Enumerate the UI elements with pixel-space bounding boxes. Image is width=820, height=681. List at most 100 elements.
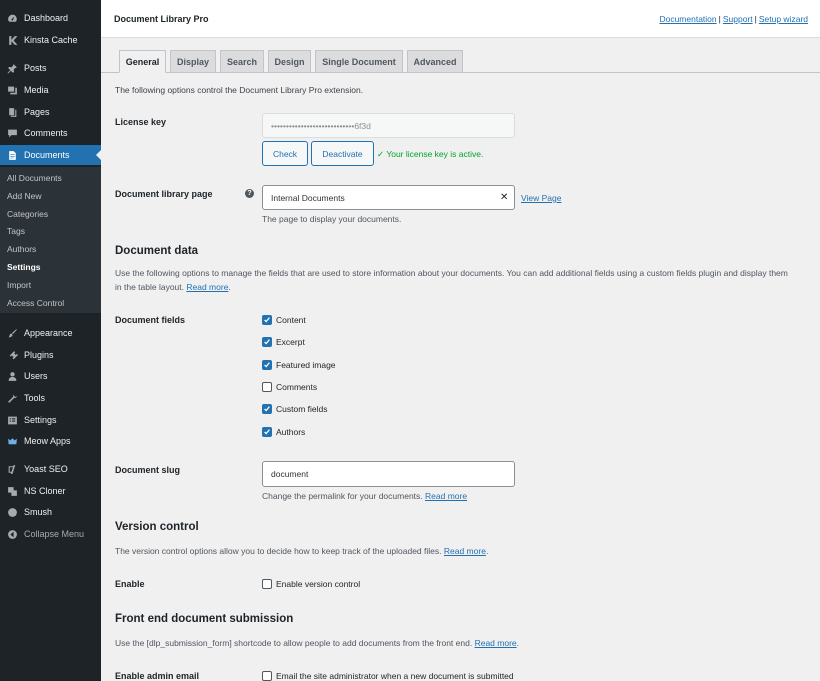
tab-display[interactable]: Display xyxy=(170,50,216,72)
menu-media[interactable]: Media xyxy=(0,80,101,100)
pin-icon xyxy=(6,62,18,74)
support-link[interactable]: Support xyxy=(723,14,753,24)
menu-kinsta-cache[interactable]: Kinsta Cache xyxy=(0,30,101,50)
menu-users[interactable]: Users xyxy=(0,366,101,386)
menu-collapse[interactable]: Collapse Menu xyxy=(0,524,101,544)
license-key-input[interactable]: ••••••••••••••••••••••••••••6f3d xyxy=(262,113,515,138)
settings-icon xyxy=(6,414,18,426)
menu-smush[interactable]: Smush xyxy=(0,502,101,522)
submenu-authors[interactable]: Authors xyxy=(7,244,36,254)
tab-divider xyxy=(101,72,820,73)
document-field-checkbox[interactable] xyxy=(262,337,272,347)
menu-ns-cloner[interactable]: NS Cloner xyxy=(0,481,101,501)
document-slug-input[interactable]: document xyxy=(262,461,515,487)
document-field-label: Content xyxy=(276,315,306,325)
library-page-select[interactable]: Internal Documents xyxy=(262,185,515,210)
document-icon xyxy=(6,149,18,161)
menu-plugins[interactable]: Plugins xyxy=(0,345,101,365)
media-icon xyxy=(6,84,18,96)
document-data-heading: Document data xyxy=(115,245,199,257)
admin-sidebar: Dashboard Kinsta Cache Posts Media Pages… xyxy=(0,0,101,681)
library-page-label: Document library page xyxy=(115,189,213,199)
document-field-checkbox[interactable] xyxy=(262,404,272,414)
menu-pages[interactable]: Pages xyxy=(0,102,101,122)
clear-icon[interactable]: ✕ xyxy=(500,192,508,203)
check-license-button[interactable]: Check xyxy=(262,141,308,166)
header-links: Documentation | Support | Setup wizard xyxy=(659,14,808,24)
menu-posts[interactable]: Posts xyxy=(0,58,101,78)
document-field-option[interactable]: Content xyxy=(262,314,306,326)
documents-submenu: All Documents Add New Categories Tags Au… xyxy=(0,167,101,313)
menu-settings[interactable]: Settings xyxy=(0,410,101,430)
brush-icon xyxy=(6,327,18,339)
submenu-tags[interactable]: Tags xyxy=(7,226,25,236)
view-page-link[interactable]: View Page xyxy=(521,193,561,203)
license-status: ✓ Your license key is active. xyxy=(377,149,484,159)
document-field-option[interactable]: Custom fields xyxy=(262,403,328,415)
document-field-label: Featured image xyxy=(276,360,336,370)
version-control-desc: The version control options allow you to… xyxy=(115,546,489,556)
submenu-settings[interactable]: Settings xyxy=(7,262,41,272)
help-icon[interactable]: ? xyxy=(245,189,254,198)
tab-search[interactable]: Search xyxy=(220,50,264,72)
enable-version-control-checkbox[interactable] xyxy=(262,579,272,589)
menu-meow-apps[interactable]: Meow Apps xyxy=(0,431,101,451)
document-field-option[interactable]: Comments xyxy=(262,381,317,393)
tab-single-document[interactable]: Single Document xyxy=(315,50,403,72)
submenu-all-documents[interactable]: All Documents xyxy=(7,173,62,183)
menu-yoast-seo[interactable]: Yoast SEO xyxy=(0,459,101,479)
menu-label: Media xyxy=(24,85,49,95)
smush-icon xyxy=(6,506,18,518)
menu-label: Yoast SEO xyxy=(24,464,68,474)
menu-dashboard[interactable]: Dashboard xyxy=(0,8,101,28)
plugin-header: Document Library Pro Documentation | Suppo… xyxy=(101,0,820,38)
enable-version-control-row[interactable]: Enable version control xyxy=(262,578,360,590)
tab-general[interactable]: General xyxy=(119,50,166,73)
menu-appearance[interactable]: Appearance xyxy=(0,323,101,343)
menu-label: NS Cloner xyxy=(24,486,66,496)
menu-label: Tools xyxy=(24,393,46,403)
submenu-add-new[interactable]: Add New xyxy=(7,191,42,201)
document-field-checkbox[interactable] xyxy=(262,360,272,370)
document-field-option[interactable]: Excerpt xyxy=(262,336,305,348)
admin-email-checkbox[interactable] xyxy=(262,671,272,681)
admin-email-row[interactable]: Email the site administrator when a new … xyxy=(262,670,514,681)
version-control-read-more-link[interactable]: Read more xyxy=(444,546,486,556)
document-field-label: Excerpt xyxy=(276,337,305,347)
version-control-heading: Version control xyxy=(115,521,199,533)
frontend-read-more-link[interactable]: Read more xyxy=(475,638,517,648)
tab-design[interactable]: Design xyxy=(268,50,311,72)
document-data-read-more-link[interactable]: Read more xyxy=(186,282,228,292)
page-title: Document Library Pro xyxy=(114,14,209,24)
meow-icon xyxy=(6,435,18,447)
menu-comments[interactable]: Comments xyxy=(0,123,101,143)
document-field-checkbox[interactable] xyxy=(262,427,272,437)
menu-documents[interactable]: Documents xyxy=(0,145,101,165)
wrench-icon xyxy=(6,392,18,404)
document-field-option[interactable]: Authors xyxy=(262,426,305,438)
library-page-desc: The page to display your documents. xyxy=(262,214,402,224)
collapse-icon xyxy=(6,528,18,540)
menu-label: Pages xyxy=(24,107,50,117)
tab-advanced[interactable]: Advanced xyxy=(407,50,463,72)
documentation-link[interactable]: Documentation xyxy=(659,14,716,24)
submenu-access-control[interactable]: Access Control xyxy=(7,298,64,308)
menu-tools[interactable]: Tools xyxy=(0,388,101,408)
menu-label: Users xyxy=(24,371,48,381)
library-page-value: Internal Documents xyxy=(271,192,345,203)
plugin-icon xyxy=(6,349,18,361)
document-field-option[interactable]: Featured image xyxy=(262,359,336,371)
document-field-checkbox[interactable] xyxy=(262,382,272,392)
menu-label: Posts xyxy=(24,63,47,73)
kinsta-icon xyxy=(6,34,18,46)
admin-email-label: Enable admin email xyxy=(115,671,200,681)
submenu-categories[interactable]: Categories xyxy=(7,209,48,219)
document-slug-label: Document slug xyxy=(115,465,181,475)
setup-wizard-link[interactable]: Setup wizard xyxy=(759,14,808,24)
document-field-checkbox[interactable] xyxy=(262,315,272,325)
slug-read-more-link[interactable]: Read more xyxy=(425,491,467,501)
submenu-import[interactable]: Import xyxy=(7,280,31,290)
yoast-icon xyxy=(6,463,18,475)
deactivate-license-button[interactable]: Deactivate xyxy=(311,141,374,166)
slug-desc: Change the permalink for your documents.… xyxy=(262,491,468,501)
